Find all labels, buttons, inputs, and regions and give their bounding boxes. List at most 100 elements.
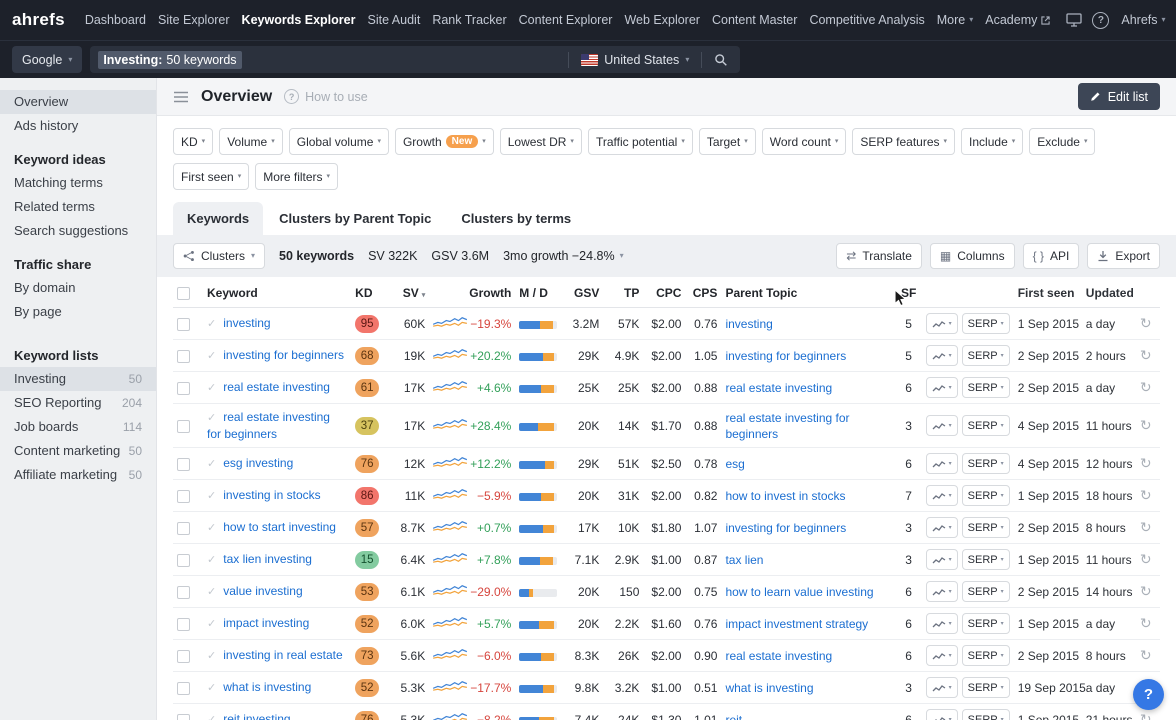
- col-sv[interactable]: SV▾: [385, 277, 429, 308]
- serp-button[interactable]: SERP ▾: [962, 517, 1010, 538]
- tab[interactable]: Clusters by Parent Topic: [265, 202, 445, 235]
- serp-button[interactable]: SERP ▾: [962, 345, 1010, 366]
- parent-topic-link[interactable]: how to invest in stocks: [725, 489, 845, 503]
- keyword-link[interactable]: investing in stocks: [223, 488, 320, 502]
- position-history-button[interactable]: ▾: [926, 645, 958, 666]
- search-button[interactable]: [710, 53, 732, 67]
- help-fab-button[interactable]: ?: [1133, 679, 1164, 710]
- row-checkbox[interactable]: [177, 586, 190, 599]
- refresh-icon[interactable]: ↻: [1140, 615, 1152, 631]
- filter-button[interactable]: Include ▾: [961, 128, 1023, 155]
- position-history-button[interactable]: ▾: [926, 709, 958, 720]
- filter-button[interactable]: Target ▾: [699, 128, 756, 155]
- help-icon[interactable]: ?: [1092, 12, 1109, 29]
- sidebar-item[interactable]: Search suggestions: [0, 219, 156, 243]
- keywords-input[interactable]: Investing:50 keywords: [98, 51, 560, 69]
- parent-topic-link[interactable]: what is investing: [725, 681, 813, 695]
- tab[interactable]: Clusters by terms: [447, 202, 585, 235]
- serp-button[interactable]: SERP ▾: [962, 453, 1010, 474]
- refresh-icon[interactable]: ↻: [1140, 417, 1152, 433]
- nav-item[interactable]: Site Audit ▾: [361, 0, 426, 40]
- keyword-link[interactable]: impact investing: [223, 616, 309, 630]
- tab[interactable]: Keywords: [173, 202, 263, 235]
- serp-button[interactable]: SERP ▾: [962, 581, 1010, 602]
- col-growth[interactable]: Growth: [465, 277, 515, 308]
- parent-topic-link[interactable]: real estate investing for beginners: [725, 411, 849, 441]
- col-sf[interactable]: SF: [896, 277, 922, 308]
- position-history-button[interactable]: ▾: [926, 549, 958, 570]
- col-updated[interactable]: Updated: [1082, 277, 1136, 308]
- edit-list-button[interactable]: Edit list: [1078, 83, 1160, 110]
- row-checkbox[interactable]: [177, 618, 190, 631]
- serp-button[interactable]: SERP ▾: [962, 709, 1010, 720]
- translate-button[interactable]: ⇄ Translate: [836, 243, 922, 269]
- parent-topic-link[interactable]: how to learn value investing: [725, 585, 873, 599]
- columns-button[interactable]: ▦ Columns: [930, 243, 1015, 269]
- parent-topic-link[interactable]: investing for beginners: [725, 349, 846, 363]
- keyword-link[interactable]: reit investing: [223, 712, 290, 720]
- parent-topic-link[interactable]: real estate investing: [725, 381, 832, 395]
- serp-button[interactable]: SERP ▾: [962, 415, 1010, 436]
- serp-button[interactable]: SERP ▾: [962, 485, 1010, 506]
- row-checkbox[interactable]: [177, 490, 190, 503]
- serp-button[interactable]: SERP ▾: [962, 549, 1010, 570]
- keyword-link[interactable]: real estate investing: [223, 380, 330, 394]
- filter-button[interactable]: Growth New ▾: [395, 128, 494, 155]
- nav-item[interactable]: Web Explorer ▾: [618, 0, 706, 40]
- filter-button[interactable]: Lowest DR ▾: [500, 128, 582, 155]
- nav-item[interactable]: Dashboard ▾: [79, 0, 152, 40]
- position-history-button[interactable]: ▾: [926, 415, 958, 436]
- export-button[interactable]: Export: [1087, 243, 1160, 269]
- filter-button[interactable]: More filters ▾: [255, 163, 338, 190]
- how-to-use-link[interactable]: ? How to use: [284, 89, 368, 104]
- position-history-button[interactable]: ▾: [926, 485, 958, 506]
- nav-item[interactable]: Competitive Analysis ▾: [803, 0, 930, 40]
- keyword-link[interactable]: tax lien investing: [223, 552, 312, 566]
- filter-button[interactable]: Traffic potential ▾: [588, 128, 693, 155]
- sidebar-item[interactable]: Matching terms: [0, 171, 156, 195]
- filter-button[interactable]: Global volume ▾: [289, 128, 389, 155]
- refresh-icon[interactable]: ↻: [1140, 315, 1152, 331]
- refresh-icon[interactable]: ↻: [1140, 519, 1152, 535]
- filter-button[interactable]: Word count ▾: [762, 128, 847, 155]
- row-checkbox[interactable]: [177, 458, 190, 471]
- keyword-link[interactable]: what is investing: [223, 680, 311, 694]
- col-gsv[interactable]: GSV: [559, 277, 603, 308]
- col-keyword[interactable]: Keyword: [203, 277, 351, 308]
- sidebar-item-keyword-list[interactable]: Investing 50: [0, 367, 156, 391]
- position-history-button[interactable]: ▾: [926, 613, 958, 634]
- row-checkbox[interactable]: [177, 522, 190, 535]
- desktop-app-icon[interactable]: [1062, 8, 1086, 32]
- growth-stat-dropdown[interactable]: 3mo growth −24.8% ▾: [503, 249, 624, 263]
- country-select[interactable]: United States ▾: [577, 53, 693, 67]
- col-cpc[interactable]: CPC: [643, 277, 685, 308]
- position-history-button[interactable]: ▾: [926, 677, 958, 698]
- keyword-link[interactable]: investing for beginners: [223, 348, 344, 362]
- col-kd[interactable]: KD: [351, 277, 385, 308]
- serp-button[interactable]: SERP ▾: [962, 313, 1010, 334]
- filter-button[interactable]: Volume ▾: [219, 128, 283, 155]
- sidebar-item-keyword-list[interactable]: SEO Reporting 204: [0, 391, 156, 415]
- nav-item[interactable]: Keywords Explorer ▾: [236, 0, 362, 40]
- serp-button[interactable]: SERP ▾: [962, 377, 1010, 398]
- serp-button[interactable]: SERP ▾: [962, 613, 1010, 634]
- filter-button[interactable]: SERP features ▾: [852, 128, 955, 155]
- position-history-button[interactable]: ▾: [926, 313, 958, 334]
- keyword-link[interactable]: investing in real estate: [223, 648, 342, 662]
- sidebar-item-keyword-list[interactable]: Job boards 114: [0, 415, 156, 439]
- row-checkbox[interactable]: [177, 420, 190, 433]
- parent-topic-link[interactable]: impact investment strategy: [725, 617, 868, 631]
- row-checkbox[interactable]: [177, 554, 190, 567]
- account-menu[interactable]: Ahrefs ▾: [1115, 0, 1171, 40]
- sidebar-item[interactable]: By page: [0, 300, 156, 324]
- sidebar-toggle-icon[interactable]: [173, 91, 189, 103]
- keyword-link[interactable]: real estate investing for beginners: [207, 410, 330, 441]
- nav-item[interactable]: Content Master ▾: [706, 0, 803, 40]
- position-history-button[interactable]: ▾: [926, 453, 958, 474]
- sidebar-item[interactable]: Overview: [0, 90, 156, 114]
- sidebar-item[interactable]: By domain: [0, 276, 156, 300]
- refresh-icon[interactable]: ↻: [1140, 455, 1152, 471]
- row-checkbox[interactable]: [177, 350, 190, 363]
- parent-topic-link[interactable]: esg: [725, 457, 744, 471]
- col-md[interactable]: M / D: [515, 277, 559, 308]
